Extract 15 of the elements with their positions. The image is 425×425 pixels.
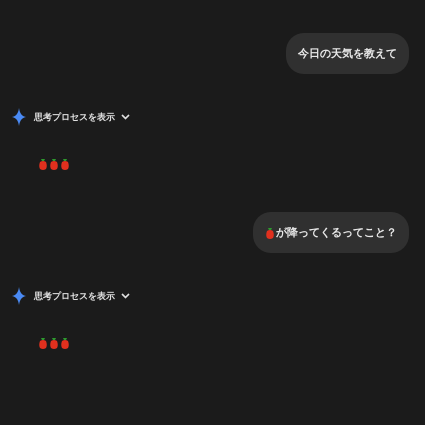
sparkle-icon — [12, 287, 26, 305]
pepper-icon — [38, 157, 48, 171]
pepper-icon — [49, 157, 59, 171]
message-text: 今日の天気を教えて — [298, 46, 397, 61]
pepper-icon — [60, 336, 70, 350]
show-thinking-toggle[interactable]: 思考プロセスを表示 — [34, 290, 130, 302]
pepper-icon — [49, 336, 59, 350]
pepper-icon — [38, 336, 48, 350]
sparkle-icon — [12, 108, 26, 126]
chevron-down-icon — [121, 293, 130, 299]
show-thinking-toggle[interactable]: 思考プロセスを表示 — [34, 110, 130, 124]
message-text: が降ってくるってこと？ — [276, 225, 397, 240]
pepper-icon — [60, 157, 70, 171]
pepper-icon — [265, 226, 275, 240]
chevron-down-icon — [121, 114, 130, 120]
